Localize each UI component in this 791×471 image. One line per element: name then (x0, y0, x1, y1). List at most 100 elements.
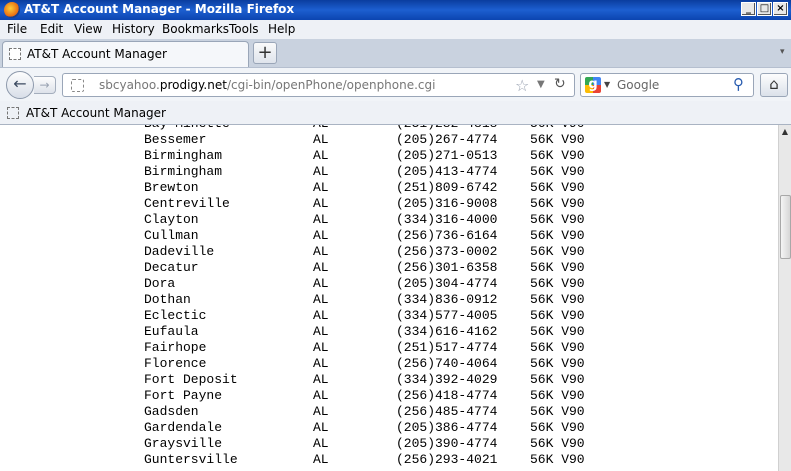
phone-cell: (205)413-4774 (396, 164, 498, 179)
menu-history[interactable]: History (112, 22, 155, 36)
state-cell: AL (313, 212, 329, 227)
table-row: Bay Minette AL (251)282-4818 56K V90 (0, 125, 778, 132)
speed-cell: 56K V90 (530, 148, 585, 163)
table-row: Dothan AL (334)836-0912 56K V90 (0, 292, 778, 308)
phone-cell: (251)282-4818 (396, 125, 497, 131)
state-cell: AL (313, 404, 329, 419)
speed-cell: 56K V90 (530, 164, 585, 179)
phone-cell: (205)271-0513 (396, 148, 498, 163)
state-cell: AL (313, 308, 329, 323)
search-placeholder[interactable]: Google (617, 78, 659, 92)
scroll-up-arrow-icon[interactable]: ▲ (779, 125, 791, 139)
city-cell: Dadeville (144, 244, 215, 259)
phone-cell: (256)485-4774 (396, 404, 498, 419)
state-cell: AL (313, 180, 329, 195)
phone-cell: (205)304-4774 (396, 276, 498, 291)
speed-cell: 56K V90 (530, 180, 585, 195)
table-row: Birmingham AL (205)413-4774 56K V90 (0, 164, 778, 180)
menu-edit[interactable]: Edit (40, 22, 63, 36)
table-row: Graysville AL (205)390-4774 56K V90 (0, 436, 778, 452)
city-cell: Centreville (144, 196, 230, 211)
speed-cell: 56K V90 (530, 125, 585, 131)
phone-cell: (334)836-0912 (396, 292, 498, 307)
url-text[interactable]: sbcyahoo.prodigy.net/cgi-bin/openPhone/o… (99, 78, 435, 92)
menu-view[interactable]: View (74, 22, 102, 36)
state-cell: AL (313, 276, 329, 291)
city-cell: Dora (144, 276, 176, 291)
phone-cell: (256)418-4774 (396, 388, 498, 403)
phone-cell: (205)386-4774 (396, 420, 498, 435)
phone-cell: (334)616-4162 (396, 324, 498, 339)
url-bar[interactable]: sbcyahoo.prodigy.net/cgi-bin/openPhone/o… (62, 73, 575, 97)
state-cell: AL (313, 452, 329, 467)
tab-list-chevron-icon[interactable]: ▾ (780, 47, 785, 57)
table-row: Fort Deposit AL (334)392-4029 56K V90 (0, 372, 778, 388)
new-tab-button[interactable]: + (253, 42, 277, 64)
phone-cell: (251)809-6742 (396, 180, 498, 195)
speed-cell: 56K V90 (530, 212, 585, 227)
close-button[interactable]: × (773, 2, 788, 16)
speed-cell: 56K V90 (530, 404, 585, 419)
vertical-scrollbar[interactable]: ▲ (778, 125, 791, 471)
phone-cell: (256)736-6164 (396, 228, 498, 243)
speed-cell: 56K V90 (530, 420, 585, 435)
menu-help[interactable]: Help (268, 22, 295, 36)
speed-cell: 56K V90 (530, 452, 585, 467)
home-icon: ⌂ (769, 75, 779, 93)
bookmark-att-account-manager[interactable]: AT&T Account Manager (26, 106, 166, 120)
phone-cell: (334)316-4000 (396, 212, 498, 227)
table-row: Dora AL (205)304-4774 56K V90 (0, 276, 778, 292)
table-row: Cullman AL (256)736-6164 56K V90 (0, 228, 778, 244)
city-cell: Clayton (144, 212, 199, 227)
engine-dropdown-icon[interactable]: ▼ (604, 80, 610, 89)
phone-cell: (334)577-4005 (396, 308, 498, 323)
speed-cell: 56K V90 (530, 308, 585, 323)
window-titlebar: AT&T Account Manager - Mozilla Firefox _… (0, 0, 791, 20)
magnifier-icon[interactable]: ⚲ (733, 75, 744, 93)
city-cell: Fort Deposit (144, 372, 238, 387)
city-cell: Fort Payne (144, 388, 223, 403)
menu-bar: File Edit View History Bookmarks Tools H… (0, 20, 791, 39)
city-cell: Birmingham (144, 148, 223, 163)
state-cell: AL (313, 164, 329, 179)
state-cell: AL (313, 356, 329, 371)
phone-cell: (256)301-6358 (396, 260, 498, 275)
back-button[interactable]: ← (6, 71, 34, 99)
state-cell: AL (313, 388, 329, 403)
table-row: Eclectic AL (334)577-4005 56K V90 (0, 308, 778, 324)
menu-tools[interactable]: Tools (229, 22, 259, 36)
page-content: Bay MinetteAL(251)282-481856K V90Besseme… (0, 125, 778, 471)
speed-cell: 56K V90 (530, 196, 585, 211)
bookmark-favicon-icon (7, 107, 19, 119)
phone-cell: (256)740-4064 (396, 356, 498, 371)
state-cell: AL (313, 372, 329, 387)
search-box[interactable]: g ▼ Google ⚲ (580, 73, 754, 97)
bookmark-star-icon[interactable]: ☆ (515, 76, 529, 95)
city-cell: Guntersville (144, 452, 238, 467)
minimize-button[interactable]: _ (741, 2, 756, 16)
state-cell: AL (313, 260, 329, 275)
menu-bookmarks[interactable]: Bookmarks (162, 22, 229, 36)
menu-file[interactable]: File (7, 22, 27, 36)
tab-att-account-manager[interactable]: AT&T Account Manager (2, 41, 249, 67)
forward-button[interactable]: → (34, 76, 56, 94)
google-engine-icon[interactable]: g (585, 77, 601, 93)
table-row: Gadsden AL (256)485-4774 56K V90 (0, 404, 778, 420)
reload-icon[interactable]: ↻ (554, 76, 566, 92)
url-history-dropdown-icon[interactable]: ▼ (537, 79, 545, 90)
table-row: Gardendale AL (205)386-4774 56K V90 (0, 420, 778, 436)
window-title: AT&T Account Manager - Mozilla Firefox (24, 2, 295, 16)
speed-cell: 56K V90 (530, 388, 585, 403)
city-cell: Decatur (144, 260, 199, 275)
maximize-button[interactable]: □ (757, 2, 772, 16)
navigation-toolbar: ← → sbcyahoo.prodigy.net/cgi-bin/openPho… (0, 67, 791, 101)
firefox-logo-icon (4, 2, 20, 18)
phone-cell: (205)316-9008 (396, 196, 498, 211)
speed-cell: 56K V90 (530, 260, 585, 275)
table-row: Florence AL (256)740-4064 56K V90 (0, 356, 778, 372)
table-row: Clayton AL (334)316-4000 56K V90 (0, 212, 778, 228)
site-identity-icon[interactable] (71, 79, 84, 92)
home-button[interactable]: ⌂ (760, 73, 788, 97)
city-cell: Bessemer (144, 132, 207, 147)
scroll-thumb[interactable] (780, 195, 791, 259)
